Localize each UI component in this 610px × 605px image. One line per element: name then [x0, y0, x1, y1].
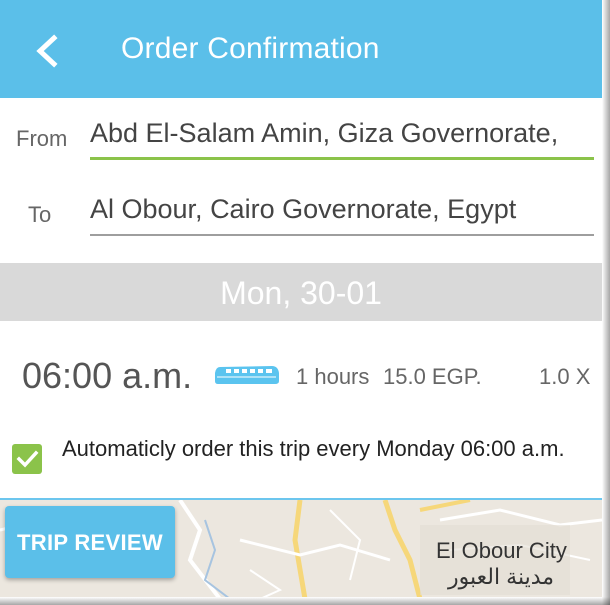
- trip-review-label: TRIP REVIEW: [17, 530, 163, 555]
- trip-time: 06:00 a.m.: [22, 355, 193, 396]
- order-confirmation-screen: Order Confirmation From Abd El-Salam Ami…: [0, 0, 602, 597]
- to-field[interactable]: Al Obour, Cairo Governorate, Egypt: [90, 194, 594, 236]
- checkmark-icon: [16, 450, 39, 468]
- to-label: To: [28, 202, 52, 227]
- map-city-label-arabic: مدينة العبور: [448, 564, 555, 589]
- frame-shadow-bottom: [0, 597, 610, 605]
- back-button[interactable]: [28, 26, 68, 76]
- trip-date: Mon, 30-01: [220, 275, 382, 311]
- frame-shadow-right: [602, 0, 610, 605]
- page-title: Order Confirmation: [121, 32, 380, 65]
- bus-icon: [215, 366, 279, 384]
- from-label: From: [16, 126, 68, 151]
- auto-order-label: Automaticly order this trip every Monday…: [62, 436, 565, 461]
- from-field[interactable]: Abd El-Salam Amin, Giza Governorate,: [90, 118, 594, 160]
- trip-price: 15.0 EGP.: [383, 364, 482, 389]
- map-city-label: El Obour City: [436, 538, 567, 563]
- auto-order-checkbox[interactable]: [12, 444, 42, 474]
- trip-review-button[interactable]: TRIP REVIEW: [5, 506, 175, 578]
- arrow-back-icon: [36, 34, 58, 68]
- screen-frame: Order Confirmation From Abd El-Salam Ami…: [0, 0, 610, 605]
- date-bar: Mon, 30-01: [0, 263, 602, 321]
- trip-quantity: 1.0 X: [539, 364, 591, 389]
- trip-duration: 1 hours: [296, 364, 370, 389]
- app-header: Order Confirmation: [0, 0, 602, 98]
